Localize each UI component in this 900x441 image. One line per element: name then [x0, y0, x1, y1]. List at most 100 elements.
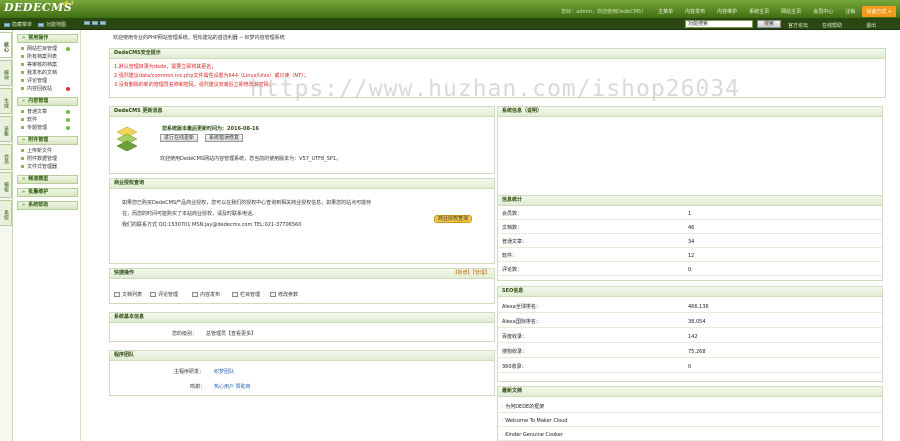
logo-version: v5.7 [62, 1, 75, 7]
version-text: 欢迎使用DedeCMS网站内容管理系统，您当前的使用版本为：V57_UTF8_S… [160, 156, 342, 162]
add-icon[interactable] [66, 47, 70, 51]
stat-value: 34 [688, 239, 695, 245]
nav-member[interactable]: 会员中心 [808, 8, 838, 15]
security-line-1: 1.默认管理目录为dede，需要立即将其更名； [114, 64, 217, 70]
vtab-template[interactable]: 模板 [0, 172, 12, 198]
quick-settings[interactable]: 修改参数 [270, 291, 298, 298]
sysinfo-panel: 系统基本信息 您的级别： 总管理员【查看更多】 [109, 312, 495, 342]
sidebar-section-attachments[interactable]: 附件管理 [17, 136, 78, 145]
quick-panel: 快捷操作 【新增】【管理】 文档列表 评论管理 内容发布 栏目管理 修改参数 [109, 268, 495, 304]
seo-value: 75,268 [688, 349, 706, 355]
nav-maintain[interactable]: 内容维护 [712, 8, 742, 15]
sidebar-item-upload[interactable]: 上传新文件 [15, 147, 80, 155]
sidebar-section-content[interactable]: 内容管理 [17, 97, 78, 106]
bug-fix-button[interactable]: 系统错误修复 [205, 134, 244, 142]
stats-panel: 信息统计 会员数： 1 文档数： 46 普通文章： 34 软件： 12 评论数： 0 [497, 195, 883, 281]
sidebar-item-my-docs[interactable]: 我发布的文档 [15, 69, 80, 77]
hide-menu-button[interactable]: 隐藏菜单 [4, 21, 32, 28]
seo-label: Alexa国际排名： [502, 319, 541, 325]
latest-item[interactable]: · Kinder Genuine Cooker [498, 429, 882, 441]
online-update-button[interactable]: 进行在线更新 [160, 134, 199, 142]
sidebar-item-articles[interactable]: 普通文章 [15, 108, 80, 116]
sidebar-section-channel[interactable]: 频道模型 [17, 175, 78, 184]
function-map-icon [38, 22, 44, 27]
latest-title: 最新文档 [498, 387, 882, 397]
search-button[interactable]: 搜索 [757, 20, 781, 28]
nav-main[interactable]: 主菜单 [653, 8, 678, 15]
quick-doc-list[interactable]: 文档列表 [114, 291, 142, 298]
vtab-system[interactable]: 系统 [0, 200, 12, 226]
vtab-member[interactable]: 会员 [0, 144, 12, 170]
nav-shortcut[interactable]: 快速方式 + [862, 6, 896, 17]
level-value[interactable]: 总管理员【查看更多】 [206, 330, 256, 337]
sidebar-item-label: 网站栏目管理 [27, 46, 58, 52]
team-thanks-link[interactable]: 热心用户 赞助商 [214, 383, 251, 390]
sidebar-item-attach-data[interactable]: 附件数据管理 [15, 155, 80, 163]
sidebar-item-pending[interactable]: 等审核的档案 [15, 61, 80, 69]
layout-icon-3 [100, 21, 106, 25]
latest-item[interactable]: · 为何DEDE的框架 [498, 401, 882, 413]
hide-menu-icon [4, 22, 10, 27]
sidebar-section-batch[interactable]: 批量维护 [17, 188, 78, 197]
sidebar-section-common[interactable]: 常用操作 [17, 34, 78, 43]
add-icon[interactable] [66, 110, 70, 114]
sidebar-item-columns[interactable]: 网站栏目管理 [15, 45, 80, 53]
vtab-core[interactable]: 核心 [0, 32, 12, 58]
forum-link[interactable]: 官方论坛 [788, 22, 808, 29]
function-map-button[interactable]: 功能地图 [38, 21, 66, 28]
layout-icons[interactable] [84, 21, 106, 25]
seo-panel: SEO信息 Alexa全球排名： 466,136 Alexa国际排名： 38,054… [497, 286, 883, 382]
team-title: 程序团队 [110, 351, 494, 361]
add-icon[interactable] [66, 126, 70, 130]
latest-item[interactable]: · Welcome To Maker Cloud [498, 415, 882, 427]
team-thanks-label: 鸣谢： [190, 384, 206, 390]
function-map-label: 功能地图 [46, 22, 67, 28]
sidebar-item-comments[interactable]: 评论管理 [15, 77, 80, 85]
quick-item-label: 栏目管理 [240, 292, 261, 298]
sidebar-item-label: 附件数据管理 [27, 156, 58, 162]
quick-title: 快捷操作 【新增】【管理】 [110, 269, 494, 279]
seo-label: 搜狗收录： [502, 349, 528, 355]
nav-logout[interactable]: 注销 [840, 8, 860, 15]
hide-menu-label: 隐藏菜单 [12, 22, 33, 28]
sidebar-item-label: 内容回收站 [27, 86, 53, 92]
sidebar-section-help[interactable]: 系统帮助 [17, 201, 78, 210]
vtab-module[interactable]: 模块 [0, 60, 12, 86]
seo-row: Alexa国际排名： 38,054 [498, 316, 882, 328]
update-last: 您系统版本最后更新时间为：2016-08-16 [162, 126, 259, 132]
seo-value: 38,054 [688, 319, 706, 325]
latest-item-label: Kinder Genuine Cooker [505, 432, 563, 438]
quick-columns[interactable]: 栏目管理 [232, 291, 260, 298]
stat-row: 文档数： 46 [498, 222, 882, 234]
sidebar-item-recycle[interactable]: 内容回收站 [15, 85, 80, 93]
quick-actions[interactable]: 【新增】【管理】 [452, 269, 490, 278]
nav-system-home[interactable]: 系统主页 [744, 8, 774, 15]
sidebar-item-topics[interactable]: 专题管理 [15, 124, 80, 132]
vtab-generate[interactable]: 生成 [0, 88, 12, 114]
seo-value: 466,136 [688, 304, 709, 310]
quick-item-label: 内容发布 [200, 292, 221, 298]
sidebar: 常用操作 网站栏目管理 所有档案列表 等审核的档案 我发布的文档 评论管理 内容… [15, 30, 81, 441]
search-input[interactable]: 功能搜索 [685, 20, 753, 28]
license-query-button[interactable]: 商业授权查询 [434, 215, 473, 223]
layers-icon [116, 126, 138, 152]
vtab-collect[interactable]: 采集 [0, 116, 12, 142]
stats-title: 信息统计 [498, 196, 882, 206]
quick-comments[interactable]: 评论管理 [150, 291, 178, 298]
sidebar-item-all-docs[interactable]: 所有档案列表 [15, 53, 80, 61]
sidebar-item-label: 评论管理 [27, 78, 48, 84]
nav-site-home[interactable]: 网站主页 [776, 8, 806, 15]
nav-publish[interactable]: 内容发布 [680, 8, 710, 15]
sidebar-item-software[interactable]: 软件 [15, 116, 80, 124]
sidebar-item-file-manager[interactable]: 文件式管理器 [15, 163, 80, 171]
seo-label: 百度收录： [502, 334, 528, 340]
seo-row: 百度收录： 142 [498, 331, 882, 343]
quick-publish[interactable]: 内容发布 [192, 291, 220, 298]
help-link[interactable]: 在线帮助 [822, 22, 842, 29]
license-title: 商业授权查询 [110, 179, 494, 189]
vertical-tabs: 核心 模块 生成 采集 会员 模板 系统 [0, 30, 13, 441]
logout-link[interactable]: 退出 [866, 22, 876, 29]
add-icon[interactable] [66, 118, 70, 122]
sidebar-item-label: 所有档案列表 [27, 54, 58, 60]
team-dev-link[interactable]: 织梦团队 [214, 368, 234, 375]
